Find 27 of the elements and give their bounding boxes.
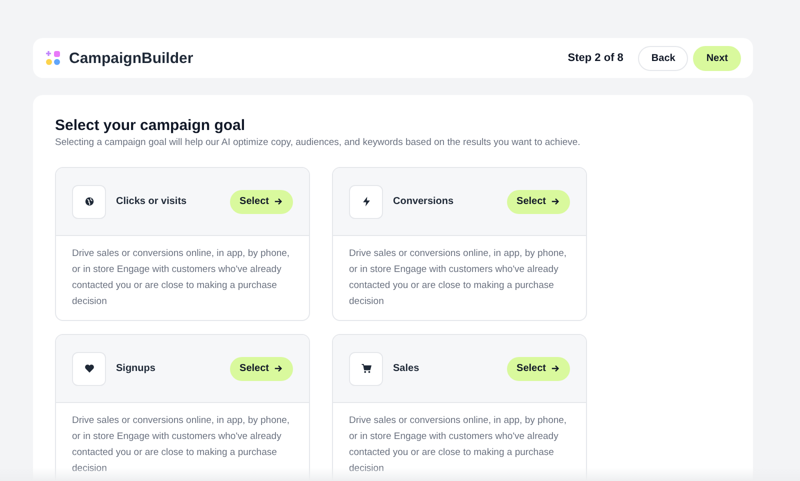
page-title: Select your campaign goal: [55, 117, 246, 134]
logo-icon: [45, 50, 61, 66]
back-button[interactable]: Back: [638, 46, 688, 70]
heart-icon: [84, 363, 94, 374]
goal-description: Drive sales or conversions online, in app, by phone, or in store Engage with customers who've already contacted you or are close to making a purchase decision: [348, 414, 568, 476]
next-button[interactable]: Next: [693, 46, 741, 70]
arrow-icon: [551, 364, 560, 373]
goal-description: Drive sales or conversions online, in app, by phone, or in store Engage with customers who've already contacted you or are close to making a purchase decision: [71, 414, 291, 476]
goal-name: Clicks or visits: [116, 196, 188, 207]
step-indicator: Step 2 of 8: [568, 52, 624, 64]
goal-description: Drive sales or conversions online, in app, by phone, or in store Engage with customers who've already contacted you or are close to making a purchase decision: [71, 247, 291, 309]
goal-name: Conversions: [393, 196, 455, 207]
lightning-icon: [360, 196, 372, 207]
arrow-icon: [551, 197, 560, 206]
select-button[interactable]: Select: [230, 190, 293, 214]
page-subtitle: Selecting a campaign goal will help our AI optimize copy, audiences, and keywords based on the results you want to achieve.: [55, 137, 582, 148]
brand-name: CampaignBuilder: [69, 50, 194, 66]
goal-name: Sales: [393, 363, 420, 374]
globe-icon: [84, 196, 94, 207]
select-button[interactable]: Select: [230, 356, 293, 380]
arrow-icon: [274, 197, 283, 206]
select-button[interactable]: Select: [506, 356, 570, 380]
select-button[interactable]: Select: [506, 190, 570, 214]
goal-name: Signups: [116, 363, 156, 374]
goal-description: Drive sales or conversions online, in app, by phone, or in store Engage with customers who've already contacted you or are close to making a purchase decision: [348, 247, 568, 309]
arrow-icon: [274, 364, 283, 373]
cart-icon: [360, 363, 372, 374]
